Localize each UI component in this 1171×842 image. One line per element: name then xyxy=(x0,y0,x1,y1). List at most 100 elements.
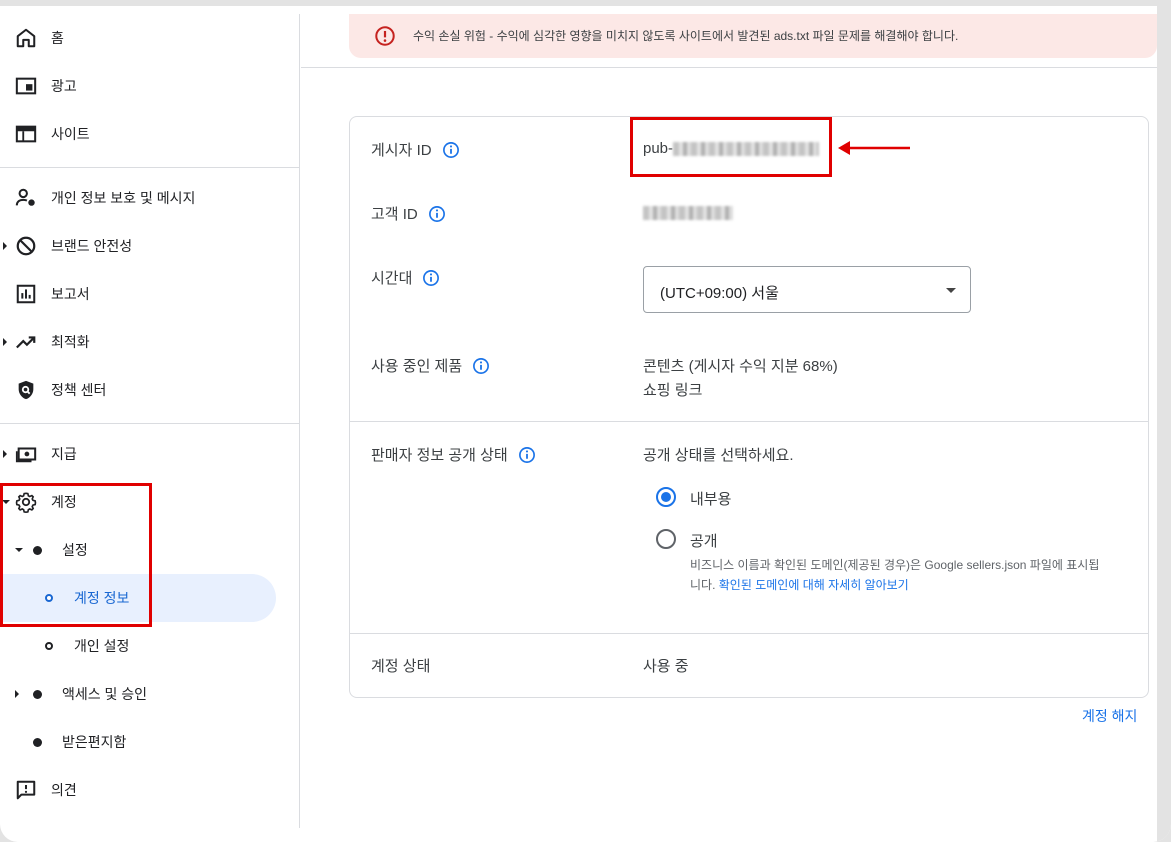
info-icon[interactable] xyxy=(422,269,440,287)
policy-shield-icon xyxy=(14,378,38,402)
sidebar-item-policy-center[interactable]: 정책 센터 xyxy=(0,366,300,414)
sidebar-item-label: 최적화 xyxy=(51,334,90,350)
sidebar-item-label: 정책 센터 xyxy=(51,382,107,398)
sidebar-item-personal-settings[interactable]: 개인 설정 xyxy=(0,622,300,670)
publisher-id-label-text: 게시자 ID xyxy=(371,142,432,159)
frame-top xyxy=(0,0,1171,6)
account-status-label-text: 계정 상태 xyxy=(371,658,431,675)
bullet-icon xyxy=(33,690,42,699)
alert-banner: 수익 손실 위험 - 수익에 심각한 영향을 미치지 않도록 사이트에서 발견된… xyxy=(349,14,1157,58)
card-divider xyxy=(350,633,1148,634)
expand-arrow-icon[interactable] xyxy=(3,450,7,458)
seller-info-label: 판매자 정보 공개 상태 xyxy=(371,444,536,465)
customer-id-value xyxy=(643,204,733,221)
expand-arrow-icon[interactable] xyxy=(3,242,7,250)
expand-arrow-icon[interactable] xyxy=(15,690,19,698)
radio-internal[interactable] xyxy=(656,487,676,507)
sidebar-item-optimization[interactable]: 최적화 xyxy=(0,318,300,366)
redacted-customer-id xyxy=(643,206,733,221)
sidebar-item-label: 의견 xyxy=(51,782,77,798)
info-icon[interactable] xyxy=(518,446,536,464)
sidebar-item-label: 보고서 xyxy=(51,286,90,302)
block-icon xyxy=(14,234,38,258)
gear-icon xyxy=(14,490,38,514)
ads-icon xyxy=(14,74,38,98)
sidebar-item-label: 지급 xyxy=(51,446,77,462)
sidebar-item-account-info[interactable]: 계정 정보 xyxy=(0,574,276,622)
info-icon[interactable] xyxy=(442,141,460,159)
timezone-label-text: 시간대 xyxy=(371,270,413,287)
reports-icon xyxy=(14,282,38,306)
products-label-text: 사용 중인 제품 xyxy=(371,358,463,375)
alert-text: 수익 손실 위험 - 수익에 심각한 영향을 미치지 않도록 사이트에서 발견된… xyxy=(413,29,959,43)
info-icon[interactable] xyxy=(472,357,490,375)
sidebar-item-brand-safety[interactable]: 브랜드 안전성 xyxy=(0,222,300,270)
collapse-arrow-icon[interactable] xyxy=(2,500,10,504)
timezone-select[interactable]: (UTC+09:00) 서울 xyxy=(643,266,971,313)
publisher-id-prefix: pub- xyxy=(643,140,674,157)
customer-id-label: 고객 ID xyxy=(371,203,446,224)
seller-info-prompt: 공개 상태를 선택하세요. xyxy=(643,447,794,464)
sidebar-item-feedback[interactable]: 의견 xyxy=(0,766,300,814)
privacy-icon xyxy=(14,186,38,210)
customer-id-label-text: 고객 ID xyxy=(371,206,418,223)
products-label: 사용 중인 제품 xyxy=(371,355,490,376)
bullet-icon xyxy=(33,546,42,555)
bullet-icon xyxy=(33,738,42,747)
seller-info-label-text: 판매자 정보 공개 상태 xyxy=(371,447,508,464)
ring-bullet-icon xyxy=(45,642,53,650)
timezone-label: 시간대 xyxy=(371,267,440,288)
sidebar-item-account[interactable]: 계정 xyxy=(0,478,300,526)
timezone-value: (UTC+09:00) 서울 xyxy=(660,285,779,302)
card-divider xyxy=(350,421,1148,422)
product-item: 쇼핑 링크 xyxy=(643,382,703,399)
frame-right xyxy=(1157,0,1171,842)
sidebar-divider xyxy=(0,423,300,424)
sidebar-item-label: 개인 설정 xyxy=(74,638,130,654)
sidebar: 홈 광고 사이트 개인 정보 보호 및 메시지 브랜드 안전성 보고서 최적화 … xyxy=(0,14,300,828)
ring-bullet-icon xyxy=(45,594,53,602)
sidebar-item-privacy[interactable]: 개인 정보 보호 및 메시지 xyxy=(0,174,300,222)
product-item: 콘텐츠 (게시자 수익 지분 68%) xyxy=(643,358,838,375)
header-divider xyxy=(301,67,1157,68)
sidebar-item-label: 계정 xyxy=(51,494,77,510)
feedback-icon xyxy=(14,778,38,802)
sidebar-item-label: 계정 정보 xyxy=(74,590,130,606)
sidebar-item-home[interactable]: 홈 xyxy=(0,14,300,62)
sidebar-item-payments[interactable]: 지급 xyxy=(0,430,300,478)
radio-internal-label[interactable]: 내부용 xyxy=(690,488,731,509)
sidebar-item-access[interactable]: 액세스 및 승인 xyxy=(0,670,300,718)
trending-icon xyxy=(14,330,38,354)
info-icon[interactable] xyxy=(428,205,446,223)
sidebar-item-reports[interactable]: 보고서 xyxy=(0,270,300,318)
payments-icon xyxy=(14,442,38,466)
sidebar-item-sites[interactable]: 사이트 xyxy=(0,110,300,158)
publisher-id-label: 게시자 ID xyxy=(371,139,460,160)
radio-public[interactable] xyxy=(656,529,676,549)
red-arrow-icon xyxy=(838,141,910,155)
collapse-arrow-icon[interactable] xyxy=(15,548,23,552)
sidebar-item-label: 브랜드 안전성 xyxy=(51,238,133,254)
sidebar-item-inbox[interactable]: 받은편지함 xyxy=(0,718,300,766)
account-info-card: 게시자 ID pub- 고객 ID 시간대 (UTC+09:00) 서울 사용 … xyxy=(349,116,1149,698)
sites-icon xyxy=(14,122,38,146)
radio-public-label[interactable]: 공개 xyxy=(690,530,718,551)
sidebar-item-label: 받은편지함 xyxy=(62,734,127,750)
close-account-link[interactable]: 계정 해지 xyxy=(1082,706,1137,726)
publisher-id-value: pub- xyxy=(643,140,820,157)
seller-help-text: 비즈니스 이름과 확인된 도메인(제공된 경우)은 Google sellers… xyxy=(690,555,1110,595)
sidebar-item-ads[interactable]: 광고 xyxy=(0,62,300,110)
dropdown-arrow-icon xyxy=(946,288,956,293)
sidebar-item-label: 홈 xyxy=(51,30,64,46)
learn-more-link[interactable]: 확인된 도메인에 대해 자세히 알아보기 xyxy=(719,578,909,592)
expand-arrow-icon[interactable] xyxy=(3,338,7,346)
sidebar-item-label: 액세스 및 승인 xyxy=(62,686,148,702)
sidebar-item-label: 설정 xyxy=(62,542,88,558)
error-icon xyxy=(374,25,396,47)
sidebar-item-label: 광고 xyxy=(51,78,77,94)
page: 홈 광고 사이트 개인 정보 보호 및 메시지 브랜드 안전성 보고서 최적화 … xyxy=(0,0,1171,842)
sidebar-item-settings[interactable]: 설정 xyxy=(0,526,300,574)
sidebar-item-label: 개인 정보 보호 및 메시지 xyxy=(51,190,196,206)
account-status-label: 계정 상태 xyxy=(371,655,430,676)
redacted-publisher-id xyxy=(673,142,820,157)
